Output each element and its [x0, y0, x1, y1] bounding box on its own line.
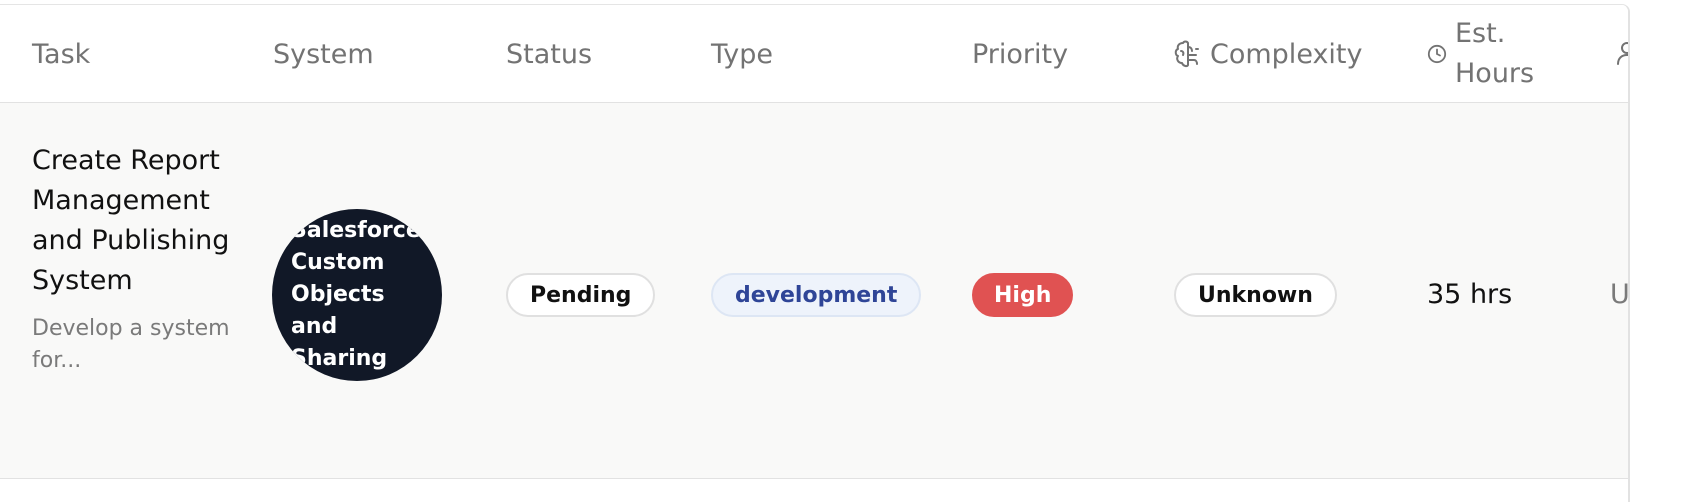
type-badge[interactable]: development	[711, 273, 922, 317]
column-header-status-label: Status	[506, 38, 593, 70]
task-description: Develop a system for...	[32, 316, 230, 373]
user-icon	[1616, 41, 1628, 67]
priority-cell: High	[972, 273, 1074, 317]
column-header-system-label: System	[273, 38, 374, 70]
column-header-est-hours[interactable]: Est. Hours	[1427, 5, 1555, 103]
owner-value: U	[1610, 279, 1630, 310]
column-header-type[interactable]: Type	[711, 5, 773, 103]
system-badge[interactable]: Salesforce Custom Objects and Sharing	[272, 209, 442, 381]
column-header-system[interactable]: System	[273, 5, 374, 103]
column-header-priority[interactable]: Priority	[972, 5, 1068, 103]
owner-cell: U	[1610, 279, 1630, 310]
column-header-status[interactable]: Status	[506, 5, 592, 103]
status-badge[interactable]: Pending	[506, 273, 656, 317]
tasks-table: Task System Status Type Priority Complex…	[0, 4, 1630, 502]
column-header-task[interactable]: Task	[32, 5, 90, 103]
task-title[interactable]: Create Report Management and Publishing …	[32, 141, 232, 301]
status-cell: Pending	[506, 273, 656, 317]
table-header-row: Task System Status Type Priority Complex…	[0, 5, 1628, 103]
column-header-complexity-label: Complexity	[1210, 38, 1363, 70]
column-header-task-label: Task	[32, 38, 91, 70]
priority-badge[interactable]: High	[972, 273, 1074, 317]
column-header-type-label: Type	[711, 38, 774, 70]
column-header-owner[interactable]	[1616, 5, 1628, 103]
task-cell[interactable]: Create Report Management and Publishing …	[32, 141, 232, 377]
clock-icon	[1427, 44, 1447, 64]
column-header-complexity[interactable]: Complexity	[1174, 5, 1363, 103]
est-hours-cell: 35 hrs	[1427, 279, 1512, 310]
system-cell: Salesforce Custom Objects and Sharing	[272, 209, 442, 381]
complexity-cell: Unknown	[1174, 273, 1337, 317]
column-header-est-hours-label: Est. Hours	[1455, 18, 1535, 89]
column-header-priority-label: Priority	[972, 38, 1069, 70]
system-badge-label: Salesforce Custom Objects and Sharing	[291, 218, 421, 371]
complexity-badge[interactable]: Unknown	[1174, 273, 1337, 317]
est-hours-value: 35 hrs	[1427, 279, 1513, 310]
table-row[interactable]: Create Report Management and Publishing …	[0, 103, 1628, 479]
brain-icon	[1174, 39, 1202, 69]
type-cell: development	[711, 273, 922, 317]
